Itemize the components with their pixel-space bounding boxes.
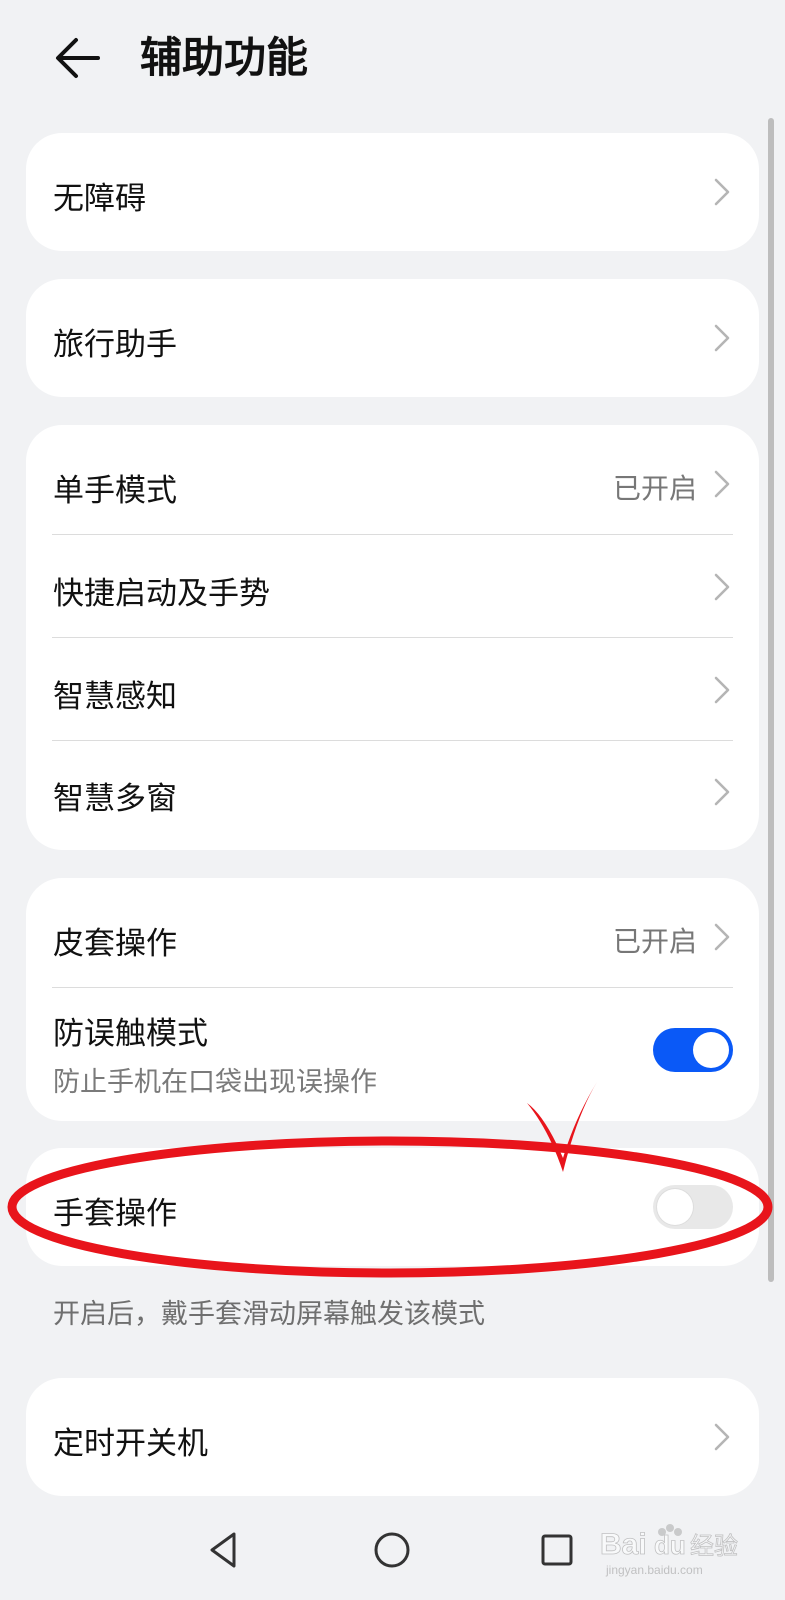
chevron-right-icon bbox=[714, 778, 730, 806]
scrollbar[interactable] bbox=[768, 118, 774, 1282]
chevron-right-icon bbox=[714, 1423, 730, 1451]
item-label: 定时开关机 bbox=[53, 1426, 208, 1462]
settings-card-travel: 旅行助手 bbox=[26, 279, 759, 397]
settings-item-accessibility[interactable]: 无障碍 bbox=[26, 133, 759, 251]
chevron-right-icon bbox=[714, 573, 730, 601]
settings-item-shortcuts-gestures[interactable]: 快捷启动及手势 bbox=[26, 535, 759, 638]
glove-mode-footnote: 开启后，戴手套滑动屏幕触发该模式 bbox=[53, 1299, 485, 1330]
chevron-right-icon bbox=[714, 324, 730, 352]
settings-item-smart-sensing[interactable]: 智慧感知 bbox=[26, 638, 759, 741]
toggle-knob bbox=[657, 1189, 693, 1225]
svg-text:Bai: Bai bbox=[600, 1528, 647, 1561]
settings-item-accidental-touch: 防误触模式 防止手机在口袋出现误操作 bbox=[26, 988, 759, 1121]
item-label: 智慧感知 bbox=[53, 679, 177, 715]
recents-square-icon[interactable] bbox=[532, 1525, 582, 1575]
back-triangle-icon[interactable] bbox=[200, 1525, 250, 1575]
settings-item-cover-operation[interactable]: 皮套操作 已开启 bbox=[26, 878, 759, 988]
chevron-right-icon bbox=[714, 923, 730, 951]
chevron-right-icon bbox=[714, 178, 730, 206]
back-arrow-icon[interactable] bbox=[50, 30, 106, 86]
toggle-knob bbox=[693, 1032, 729, 1068]
home-circle-icon[interactable] bbox=[367, 1525, 417, 1575]
settings-item-one-hand-mode[interactable]: 单手模式 已开启 bbox=[26, 425, 759, 535]
status-text: 已开启 bbox=[612, 472, 697, 505]
chevron-right-icon bbox=[714, 470, 730, 498]
settings-card-schedule: 定时开关机 bbox=[26, 1378, 759, 1496]
svg-text:经验: 经验 bbox=[690, 1532, 738, 1560]
item-label: 无障碍 bbox=[53, 181, 146, 217]
baidu-watermark-logo: Bai du 经验 jingyan.baidu.com bbox=[600, 1524, 738, 1577]
page-title: 辅助功能 bbox=[140, 33, 309, 82]
chevron-right-icon bbox=[714, 676, 730, 704]
svg-text:du: du bbox=[654, 1530, 686, 1560]
settings-card-glove: 手套操作 bbox=[26, 1148, 759, 1266]
item-label: 防误触模式 bbox=[53, 1016, 208, 1052]
accidental-touch-toggle[interactable] bbox=[653, 1028, 733, 1072]
svg-text:jingyan.baidu.com: jingyan.baidu.com bbox=[605, 1563, 703, 1577]
item-label: 手套操作 bbox=[53, 1196, 177, 1232]
settings-card-accessibility: 无障碍 bbox=[26, 133, 759, 251]
item-label: 快捷启动及手势 bbox=[53, 576, 270, 612]
item-label: 智慧多窗 bbox=[53, 781, 177, 817]
settings-card-modes: 单手模式 已开启 快捷启动及手势 智慧感知 智慧多窗 bbox=[26, 425, 759, 850]
settings-item-travel-assistant[interactable]: 旅行助手 bbox=[26, 279, 759, 397]
settings-item-glove-mode: 手套操作 bbox=[26, 1148, 759, 1266]
item-label: 旅行助手 bbox=[53, 327, 177, 363]
settings-item-smart-multiwindow[interactable]: 智慧多窗 bbox=[26, 741, 759, 850]
item-label: 单手模式 bbox=[53, 473, 177, 509]
app-header: 辅助功能 bbox=[0, 0, 785, 120]
item-description: 防止手机在口袋出现误操作 bbox=[53, 1067, 377, 1098]
status-text: 已开启 bbox=[612, 925, 697, 958]
settings-card-cover: 皮套操作 已开启 防误触模式 防止手机在口袋出现误操作 bbox=[26, 878, 759, 1121]
item-label: 皮套操作 bbox=[53, 926, 177, 962]
glove-mode-toggle[interactable] bbox=[653, 1185, 733, 1229]
settings-item-scheduled-power[interactable]: 定时开关机 bbox=[26, 1378, 759, 1496]
